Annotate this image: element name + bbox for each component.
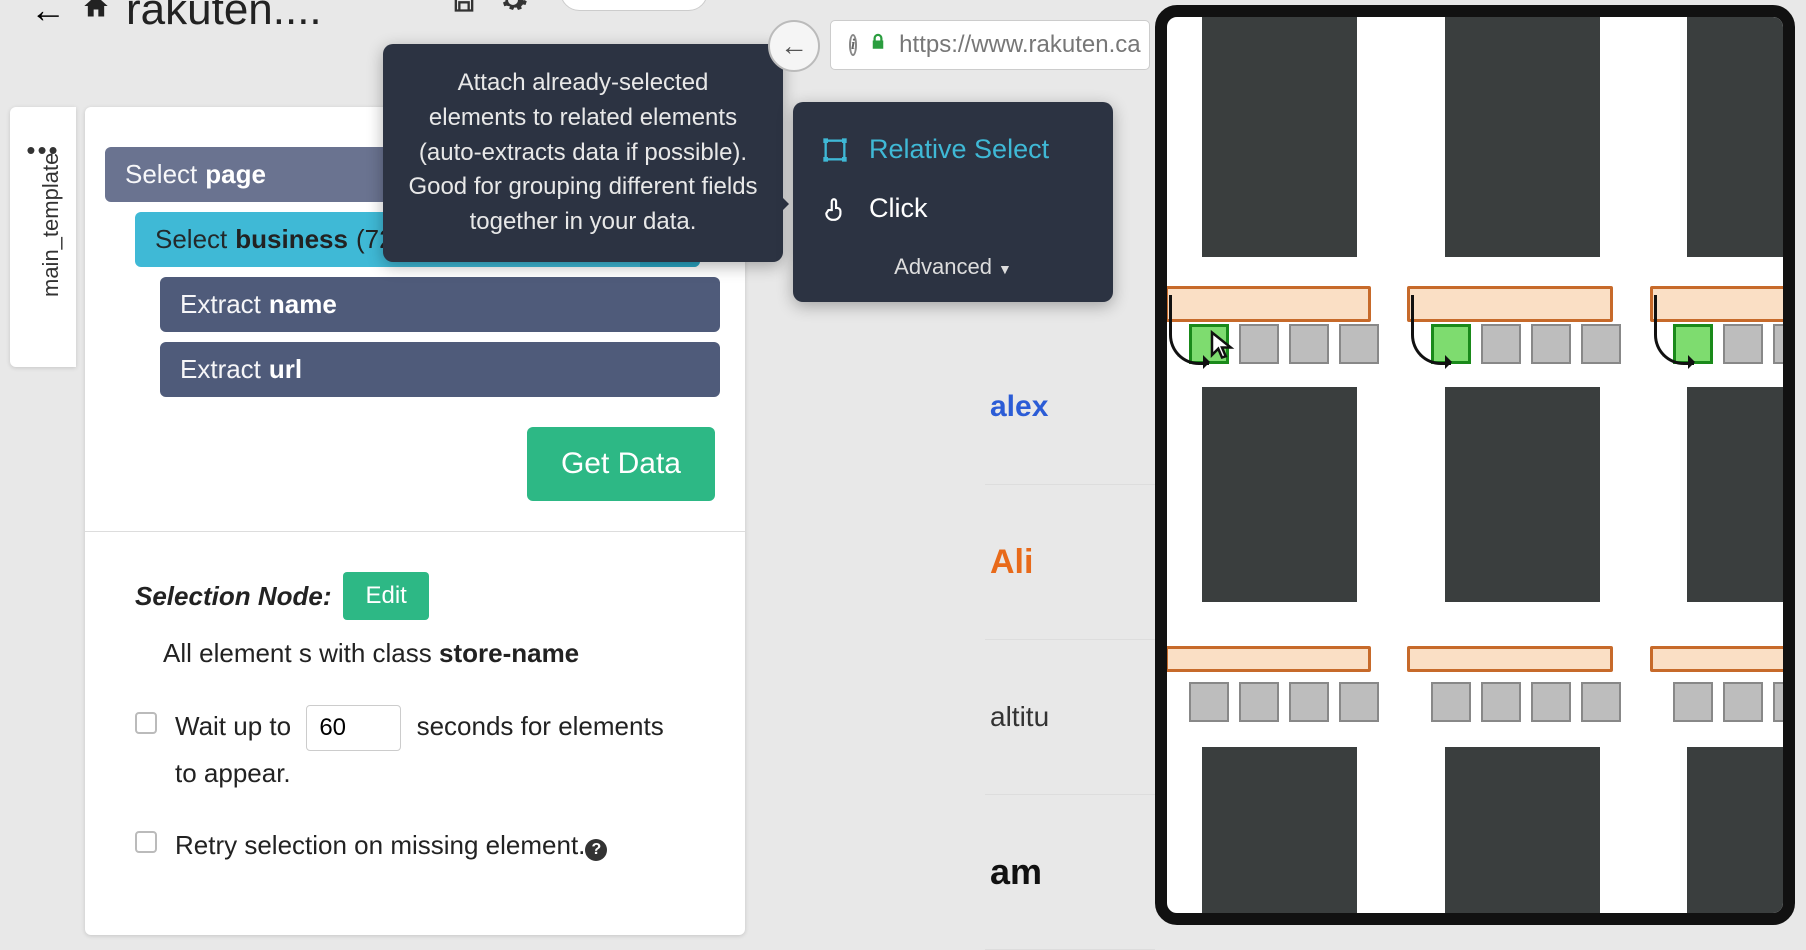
diag-square xyxy=(1289,682,1329,722)
diag-square xyxy=(1339,324,1379,364)
diag-square xyxy=(1581,682,1621,722)
diag-square xyxy=(1481,682,1521,722)
relative-select-icon xyxy=(819,136,851,164)
diag-img xyxy=(1687,747,1795,925)
browse-toggle[interactable]: BROWSE xyxy=(560,0,708,11)
retry-option-row: Retry selection on missing element.? xyxy=(135,823,685,867)
cursor-icon xyxy=(1207,327,1237,368)
diag-square xyxy=(1581,324,1621,364)
edit-button[interactable]: Edit xyxy=(343,572,428,620)
back-arrow-icon[interactable]: ← xyxy=(30,0,66,31)
selection-section: Selection Node: Edit All element s with … xyxy=(105,572,715,867)
diag-orange-bar xyxy=(1650,646,1795,672)
diag-square xyxy=(1339,682,1379,722)
store-am[interactable]: am xyxy=(985,795,1155,950)
selection-node-label: Selection Node: xyxy=(135,581,331,612)
page-title: rakuten.... xyxy=(126,0,322,35)
diag-square xyxy=(1773,682,1795,722)
diag-square xyxy=(1481,324,1521,364)
diag-square xyxy=(1673,682,1713,722)
caret-down-icon: ▼ xyxy=(998,261,1012,277)
context-menu: Relative Select Click Advanced▼ xyxy=(793,102,1113,302)
diag-square xyxy=(1723,324,1763,364)
diag-img xyxy=(1202,747,1357,925)
address-bar[interactable]: i https://www.rakuten.ca xyxy=(830,20,1150,70)
diag-orange-bar xyxy=(1165,646,1371,672)
diag-img xyxy=(1445,747,1600,925)
store-list: alex Ali altitu am xyxy=(985,330,1155,950)
gear-icon[interactable] xyxy=(498,0,528,22)
menu-click[interactable]: Click xyxy=(793,179,1113,238)
diag-img xyxy=(1202,17,1357,257)
diag-img xyxy=(1687,17,1795,257)
diag-img xyxy=(1445,387,1600,602)
template-tab[interactable]: ••• main_template xyxy=(10,107,76,367)
wait-option-row: Wait up to seconds for elements to appea… xyxy=(135,704,685,795)
lock-icon xyxy=(869,32,887,58)
diag-square xyxy=(1531,324,1571,364)
click-hand-icon xyxy=(819,195,851,223)
wait-checkbox[interactable] xyxy=(135,712,157,734)
diag-square xyxy=(1189,682,1229,722)
wait-seconds-input[interactable] xyxy=(306,705,401,751)
help-icon[interactable]: ? xyxy=(585,839,607,861)
tooltip-relative-select: Attach already-selected elements to rela… xyxy=(383,44,783,262)
save-icon[interactable] xyxy=(450,0,478,21)
diag-square xyxy=(1239,324,1279,364)
diag-square xyxy=(1773,324,1795,364)
retry-checkbox[interactable] xyxy=(135,831,157,853)
diag-square xyxy=(1289,324,1329,364)
diagram-overlay xyxy=(1155,5,1795,925)
store-ali[interactable]: Ali xyxy=(985,485,1155,640)
info-icon[interactable]: i xyxy=(849,34,857,56)
home-icon[interactable] xyxy=(81,0,111,28)
get-data-button[interactable]: Get Data xyxy=(527,427,715,501)
node-extract-url[interactable]: Extract url xyxy=(160,342,720,397)
diag-square xyxy=(1531,682,1571,722)
template-tab-label: main_template xyxy=(38,153,64,297)
topbar-right-icons xyxy=(450,0,528,22)
diag-square xyxy=(1723,682,1763,722)
diag-arrow xyxy=(1411,295,1451,365)
divider xyxy=(85,531,745,532)
store-alex[interactable]: alex xyxy=(985,330,1155,485)
url-text: https://www.rakuten.ca xyxy=(899,31,1140,59)
browser-back-button[interactable]: ← xyxy=(768,20,820,72)
node-select-page[interactable]: Select page xyxy=(105,147,405,202)
node-extract-name[interactable]: Extract name xyxy=(160,277,720,332)
diag-img xyxy=(1445,17,1600,257)
menu-advanced[interactable]: Advanced▼ xyxy=(793,238,1113,284)
diag-square xyxy=(1239,682,1279,722)
diag-img xyxy=(1687,387,1795,602)
diag-square xyxy=(1431,682,1471,722)
diag-arrow xyxy=(1169,295,1209,365)
diag-orange-bar xyxy=(1407,646,1613,672)
selection-desc: All element s with class store-name xyxy=(163,638,685,669)
store-altitu[interactable]: altitu xyxy=(985,640,1155,795)
diag-arrow xyxy=(1654,295,1694,365)
menu-relative-select[interactable]: Relative Select xyxy=(793,120,1113,179)
diag-img xyxy=(1202,387,1357,602)
